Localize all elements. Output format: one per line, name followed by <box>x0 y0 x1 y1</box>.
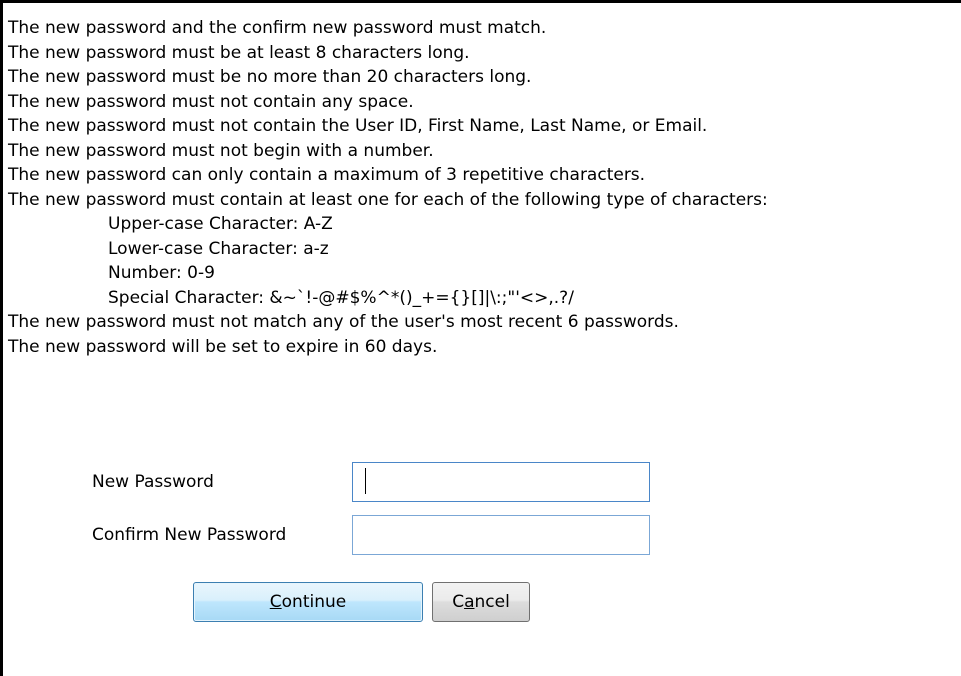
cancel-accelerator: a <box>464 592 475 612</box>
rule-item: The new password must be no more than 20… <box>8 67 532 87</box>
dialog-border-top <box>0 0 961 3</box>
rule-item: The new password must contain at least o… <box>8 189 768 210</box>
rule-subitem: Special Character: &~`!-@#$%^*()_+={}[]|… <box>108 287 574 308</box>
new-password-row: New Password <box>92 462 650 502</box>
password-change-dialog: The new password and the confirm new pas… <box>0 0 961 676</box>
new-password-input[interactable] <box>352 462 650 502</box>
rule-item: The new password must not contain any sp… <box>8 91 414 112</box>
password-rules-list: The new password and the confirm new pas… <box>8 16 768 359</box>
confirm-password-row: Confirm New Password <box>92 515 650 555</box>
rule-item: The new password can only contain a maxi… <box>8 165 646 185</box>
text-caret <box>365 468 366 494</box>
new-password-label: New Password <box>92 472 214 492</box>
cancel-label-end: ncel <box>474 592 510 612</box>
rule-item: The new password must not begin with a n… <box>8 140 434 161</box>
rule-subitem: Upper-case Character: A-Z <box>108 214 333 234</box>
continue-label: ontinue <box>281 592 347 612</box>
confirm-password-input[interactable] <box>352 515 650 555</box>
rule-item: The new password must not match any of t… <box>8 312 679 332</box>
cancel-label-start: C <box>452 592 465 612</box>
rule-item: The new password and the confirm new pas… <box>8 18 547 38</box>
continue-button[interactable]: Continue <box>193 582 423 622</box>
rule-item: The new password must not contain the Us… <box>8 116 708 136</box>
cancel-button[interactable]: Ca ncel <box>432 582 530 622</box>
rule-subitem: Lower-case Character: a-z <box>108 238 329 259</box>
rule-subitem: Number: 0-9 <box>108 263 215 283</box>
confirm-password-label: Confirm New Password <box>92 525 287 545</box>
dialog-border-left <box>0 0 3 676</box>
rule-item: The new password must be at least 8 char… <box>8 42 470 63</box>
continue-accelerator: C <box>269 592 282 612</box>
rule-item: The new password will be set to expire i… <box>8 336 438 357</box>
